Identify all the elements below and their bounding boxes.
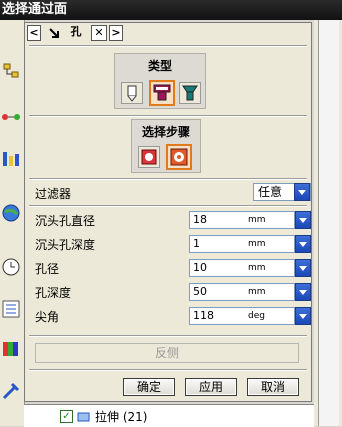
ok-button[interactable]: 确定 [123, 378, 175, 396]
tree-item[interactable]: ✓ 拉伸 (21) [60, 408, 147, 425]
type-group-title: 类型 [147, 59, 172, 73]
divider [29, 45, 307, 47]
field-value: 10 [193, 261, 207, 274]
hierarchy-icon[interactable] [0, 60, 22, 82]
tab-hole[interactable]: 孔 [65, 25, 87, 41]
list-icon[interactable] [0, 298, 22, 320]
tool-icon[interactable] [0, 380, 22, 402]
window-title: 选择通过面 [0, 0, 342, 20]
placement-face-icon[interactable] [138, 146, 160, 168]
layers-icon[interactable] [0, 148, 22, 170]
divider [29, 205, 307, 207]
field-value: 118 [193, 309, 214, 322]
forward-arrow-icon[interactable]: > [109, 25, 123, 41]
field-unit: mm [248, 287, 266, 297]
chevron-down-icon[interactable] [295, 211, 311, 229]
divider [29, 369, 307, 371]
checkbox-icon[interactable]: ✓ [60, 410, 73, 423]
left-toolbar [0, 20, 25, 426]
back-arrow-icon[interactable]: < [27, 25, 41, 41]
field-label: 尖角 [35, 310, 60, 324]
field-value: 1 [193, 237, 200, 250]
field-unit: mm [248, 263, 266, 273]
through-face-icon[interactable] [166, 144, 192, 170]
simple-hole-icon[interactable] [121, 82, 143, 104]
connector-icon[interactable] [0, 106, 22, 128]
close-icon[interactable]: ✕ [91, 25, 107, 41]
field-label: 孔深度 [35, 286, 72, 300]
chevron-down-icon[interactable] [294, 183, 310, 201]
clock-icon[interactable] [0, 256, 22, 278]
field-unit: mm [248, 215, 266, 225]
selection-steps-group: 选择步骤 [131, 119, 201, 173]
color-palette-icon[interactable] [0, 338, 22, 360]
filter-label: 过滤器 [35, 187, 72, 201]
extrude-icon [77, 412, 90, 421]
counterbore-hole-icon[interactable] [149, 80, 175, 106]
countersink-hole-icon[interactable] [179, 82, 201, 104]
field-unit: mm [248, 239, 266, 249]
filter-select[interactable]: 任意 [253, 183, 311, 201]
right-panel [314, 20, 342, 426]
globe-icon[interactable] [0, 202, 22, 224]
chevron-down-icon[interactable] [295, 283, 311, 301]
reverse-side-button[interactable]: 反侧 [35, 343, 299, 363]
hole-dialog: < 孔 ✕ > 类型 选择步骤 过滤器 任意 沉头孔直径 18 mm 沉头孔深度… [24, 22, 312, 402]
field-label: 孔径 [35, 262, 60, 276]
field-value: 50 [193, 285, 207, 298]
tip-angle-input[interactable]: 118 deg [189, 307, 295, 325]
divider [29, 178, 307, 180]
type-group: 类型 [114, 53, 206, 109]
chevron-down-icon[interactable] [295, 259, 311, 277]
selection-steps-title: 选择步骤 [141, 125, 190, 139]
field-unit: deg [248, 311, 265, 321]
hole-depth-input[interactable]: 50 mm [189, 283, 295, 301]
counterbore-depth-input[interactable]: 1 mm [189, 235, 295, 253]
counterbore-diameter-input[interactable]: 18 mm [189, 211, 295, 229]
field-label: 沉头孔直径 [35, 214, 96, 228]
divider [29, 115, 307, 117]
hole-tab-icon[interactable] [43, 25, 65, 41]
divider [29, 335, 307, 337]
apply-button[interactable]: 应用 [185, 378, 237, 396]
cancel-button[interactable]: 取消 [247, 378, 299, 396]
chevron-down-icon[interactable] [295, 235, 311, 253]
chevron-down-icon[interactable] [295, 307, 311, 325]
filter-value: 任意 [258, 185, 283, 199]
tree-item-label: 拉伸 (21) [95, 410, 148, 424]
field-value: 18 [193, 213, 207, 226]
dialog-tabstrip: < 孔 ✕ > [25, 23, 311, 43]
hole-diameter-input[interactable]: 10 mm [189, 259, 295, 277]
field-label: 沉头孔深度 [35, 238, 96, 252]
